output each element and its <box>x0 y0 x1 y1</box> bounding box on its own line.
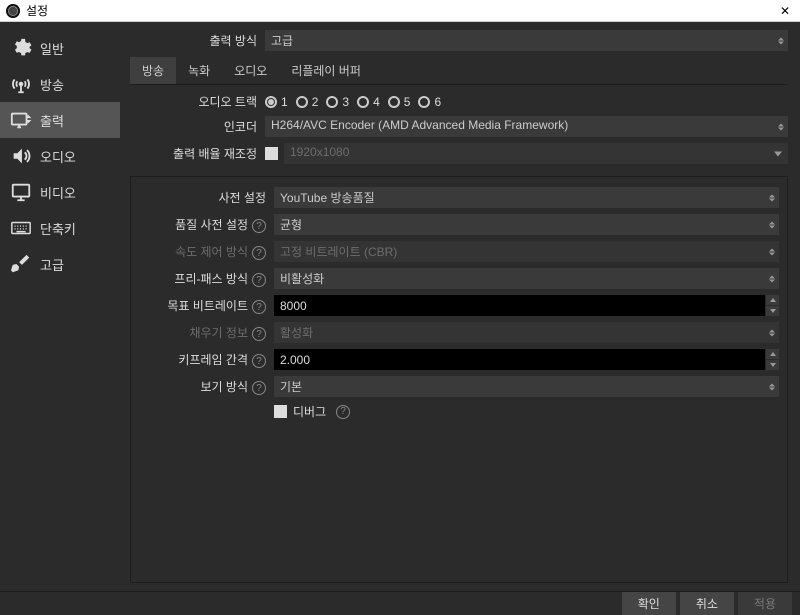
sidebar-item-output[interactable]: 출력 <box>0 102 120 138</box>
output-mode-select[interactable]: 고급 <box>265 30 788 51</box>
filler-data-select: 활성화 <box>274 322 779 343</box>
output-tabs: 방송 녹화 오디오 리플레이 버퍼 <box>130 57 788 85</box>
spinner-buttons[interactable] <box>765 295 779 316</box>
obs-icon <box>6 4 20 18</box>
sidebar-item-stream[interactable]: 방송 <box>0 66 120 102</box>
output-mode-row: 출력 방식 고급 <box>130 30 788 51</box>
tools-icon <box>10 253 32 275</box>
window-title: 설정 <box>26 2 48 19</box>
output-icon <box>10 109 32 131</box>
updown-icon <box>769 194 775 201</box>
sidebar: 일반 방송 출력 오디오 비디오 <box>0 22 120 591</box>
tab-recording[interactable]: 녹화 <box>176 57 222 84</box>
updown-icon <box>769 329 775 336</box>
debug-checkbox[interactable] <box>274 405 287 418</box>
tab-audio[interactable]: 오디오 <box>222 57 279 84</box>
prepass-label: 프리-패스 방식? <box>139 270 274 288</box>
target-bitrate-input[interactable] <box>274 295 779 316</box>
rescale-select: 1920x1080 <box>284 143 788 164</box>
encoder-select[interactable]: H264/AVC Encoder (AMD Advanced Media Fra… <box>265 116 788 137</box>
audio-track-row: 오디오 트랙 1 2 3 4 5 6 <box>130 93 788 110</box>
help-icon[interactable]: ? <box>252 381 266 395</box>
speaker-icon <box>10 145 32 167</box>
sidebar-item-audio[interactable]: 오디오 <box>0 138 120 174</box>
sidebar-item-label: 오디오 <box>40 147 76 166</box>
audio-track-radio-4[interactable]: 4 <box>357 95 380 109</box>
updown-icon <box>769 248 775 255</box>
help-icon[interactable]: ? <box>252 300 266 314</box>
quality-preset-select[interactable]: 균형 <box>274 214 779 235</box>
gear-icon <box>10 37 32 59</box>
audio-track-radio-2[interactable]: 2 <box>296 95 319 109</box>
keyframe-interval-input[interactable] <box>274 349 779 370</box>
tab-replay-buffer[interactable]: 리플레이 버퍼 <box>279 57 373 84</box>
ok-button[interactable]: 확인 <box>622 592 676 615</box>
sidebar-item-label: 방송 <box>40 75 64 94</box>
debug-label: 디버그 <box>293 403 326 420</box>
help-icon: ? <box>252 327 266 341</box>
preset-select[interactable]: YouTube 방송품질 <box>274 187 779 208</box>
rescale-label: 출력 배율 재조정 <box>130 145 265 162</box>
updown-icon <box>769 275 775 282</box>
sidebar-item-hotkeys[interactable]: 단축키 <box>0 210 120 246</box>
close-icon[interactable]: ✕ <box>776 4 794 18</box>
monitor-icon <box>10 181 32 203</box>
quality-preset-label: 품질 사전 설정? <box>139 216 274 234</box>
updown-icon <box>769 383 775 390</box>
rate-control-label: 속도 제어 방식? <box>139 243 274 261</box>
help-icon[interactable]: ? <box>252 219 266 233</box>
audio-track-radio-3[interactable]: 3 <box>326 95 349 109</box>
apply-button: 적용 <box>738 592 792 615</box>
antenna-icon <box>10 73 32 95</box>
rescale-row: 출력 배율 재조정 1920x1080 <box>130 143 788 164</box>
sidebar-item-video[interactable]: 비디오 <box>0 174 120 210</box>
content: 출력 방식 고급 방송 녹화 오디오 리플레이 버퍼 오디오 트랙 1 2 3 … <box>120 22 800 591</box>
sidebar-item-general[interactable]: 일반 <box>0 30 120 66</box>
keyframe-interval-label: 키프레임 간격? <box>139 351 274 369</box>
sidebar-item-advanced[interactable]: 고급 <box>0 246 120 282</box>
keyboard-icon <box>10 217 32 239</box>
updown-icon <box>778 123 784 130</box>
help-icon[interactable]: ? <box>252 354 266 368</box>
help-icon: ? <box>252 246 266 260</box>
rescale-checkbox[interactable] <box>265 147 278 160</box>
view-mode-select[interactable]: 기본 <box>274 376 779 397</box>
audio-track-radio-5[interactable]: 5 <box>388 95 411 109</box>
audio-track-radio-1[interactable]: 1 <box>265 95 288 109</box>
prepass-select[interactable]: 비활성화 <box>274 268 779 289</box>
sidebar-item-label: 고급 <box>40 255 64 274</box>
encoder-settings-panel: 사전 설정 YouTube 방송품질 품질 사전 설정? 균형 속도 제어 방식… <box>130 176 788 583</box>
sidebar-item-label: 출력 <box>40 111 64 130</box>
target-bitrate-label: 목표 비트레이트? <box>139 297 274 315</box>
tab-streaming[interactable]: 방송 <box>130 57 176 84</box>
preset-label: 사전 설정 <box>139 189 274 206</box>
chevron-down-icon <box>774 151 782 156</box>
sidebar-item-label: 단축키 <box>40 219 76 238</box>
filler-data-label: 채우기 정보? <box>139 324 274 342</box>
updown-icon <box>769 221 775 228</box>
spinner-buttons[interactable] <box>765 349 779 370</box>
titlebar: 설정 ✕ <box>0 0 800 22</box>
help-icon[interactable]: ? <box>336 405 350 419</box>
sidebar-item-label: 일반 <box>40 39 64 58</box>
updown-icon <box>778 37 784 44</box>
audio-track-radio-6[interactable]: 6 <box>418 95 441 109</box>
dialog-footer: 확인 취소 적용 <box>0 591 800 615</box>
cancel-button[interactable]: 취소 <box>680 592 734 615</box>
output-mode-label: 출력 방식 <box>130 32 265 49</box>
encoder-row: 인코더 H264/AVC Encoder (AMD Advanced Media… <box>130 116 788 137</box>
audio-track-label: 오디오 트랙 <box>130 93 265 110</box>
encoder-label: 인코더 <box>130 118 265 135</box>
view-mode-label: 보기 방식? <box>139 378 274 396</box>
help-icon[interactable]: ? <box>252 273 266 287</box>
rate-control-select: 고정 비트레이트 (CBR) <box>274 241 779 262</box>
sidebar-item-label: 비디오 <box>40 183 76 202</box>
